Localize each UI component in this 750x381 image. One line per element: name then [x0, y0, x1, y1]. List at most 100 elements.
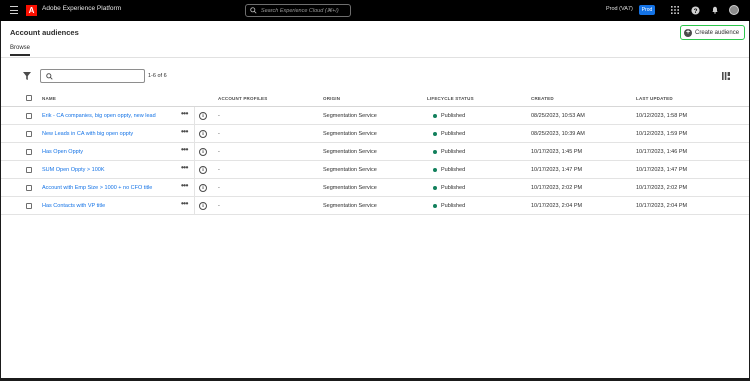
created-cell: 10/17/2023, 1:45 PM — [531, 149, 583, 155]
last-updated-cell: 10/12/2023, 1:58 PM — [636, 113, 688, 119]
last-updated-cell: 10/17/2023, 2:04 PM — [636, 203, 688, 209]
status-dot-icon — [433, 168, 437, 172]
account-profiles-cell: - — [218, 203, 220, 209]
page-title: Account audiences — [10, 28, 79, 37]
bell-icon[interactable] — [710, 5, 720, 15]
created-cell: 08/25/2023, 10:39 AM — [531, 131, 585, 137]
column-header-name[interactable]: NAME — [42, 96, 56, 101]
more-actions-icon[interactable]: ••• — [181, 164, 188, 172]
more-actions-icon[interactable]: ••• — [181, 128, 188, 136]
status-cell: Published — [441, 203, 466, 209]
info-icon[interactable]: i — [199, 184, 207, 192]
status-cell: Published — [441, 113, 466, 119]
global-search-input[interactable] — [260, 7, 350, 14]
status-dot-icon — [433, 150, 437, 154]
status-dot-icon — [433, 114, 437, 118]
sandbox-badge[interactable]: Prod — [639, 5, 655, 15]
table-search-input[interactable] — [56, 73, 136, 79]
result-count: 1-6 of 6 — [148, 73, 167, 79]
status-cell: Published — [441, 131, 466, 137]
info-icon[interactable]: i — [199, 112, 207, 120]
global-header: A Adobe Experience Platform Prod (VA7) P… — [0, 0, 750, 21]
create-audience-label: Create audience — [695, 29, 740, 36]
create-audience-button[interactable]: + Create audience — [680, 25, 745, 40]
last-updated-cell: 10/17/2023, 1:46 PM — [636, 149, 688, 155]
app-title[interactable]: Adobe Experience Platform — [42, 5, 121, 12]
column-header-last-updated[interactable]: LAST UPDATED — [636, 96, 673, 101]
origin-cell: Segmentation Service — [323, 167, 377, 173]
status-cell: Published — [441, 167, 466, 173]
origin-cell: Segmentation Service — [323, 113, 377, 119]
table-row[interactable]: New Leads in CA with big open oppty ••• i -… — [1, 125, 749, 143]
menu-icon[interactable] — [10, 6, 18, 14]
audience-name-link[interactable]: New Leads in CA with big open oppty — [42, 131, 133, 137]
search-icon — [250, 7, 257, 14]
status-cell: Published — [441, 149, 466, 155]
row-checkbox[interactable] — [26, 113, 32, 119]
last-updated-cell: 10/12/2023, 1:59 PM — [636, 131, 688, 137]
row-checkbox[interactable] — [26, 149, 32, 155]
column-divider — [194, 107, 195, 125]
more-actions-icon[interactable]: ••• — [181, 200, 188, 208]
column-header-origin[interactable]: ORIGIN — [323, 96, 340, 101]
tab-bar: Browse — [1, 43, 749, 58]
audience-name-link[interactable]: SUM Open Oppty > 100K — [42, 167, 105, 173]
org-switcher[interactable]: Prod (VA7) — [606, 6, 633, 12]
row-checkbox[interactable] — [26, 167, 32, 173]
svg-text:?: ? — [693, 7, 697, 14]
table-row[interactable]: Has Contacts with VP title ••• i - Segmentat… — [1, 197, 749, 215]
help-icon[interactable]: ? — [690, 5, 700, 15]
origin-cell: Segmentation Service — [323, 131, 377, 137]
column-settings-icon[interactable] — [722, 72, 730, 80]
column-header-created[interactable]: CREATED — [531, 96, 554, 101]
column-divider — [194, 125, 195, 143]
tab-browse[interactable]: Browse — [10, 45, 31, 56]
created-cell: 08/25/2023, 10:53 AM — [531, 113, 585, 119]
last-updated-cell: 10/17/2023, 1:47 PM — [636, 167, 688, 173]
origin-cell: Segmentation Service — [323, 185, 377, 191]
audience-name-link[interactable]: Erik - CA companies, big open oppty, new… — [42, 113, 156, 119]
audience-name-link[interactable]: Has Open Oppty — [42, 149, 83, 155]
audience-name-link[interactable]: Account with Emp Size > 1000 + no CFO ti… — [42, 185, 152, 191]
audience-name-link[interactable]: Has Contacts with VP title — [42, 203, 105, 209]
add-icon: + — [684, 28, 692, 37]
created-cell: 10/17/2023, 1:47 PM — [531, 167, 583, 173]
more-actions-icon[interactable]: ••• — [181, 182, 188, 190]
info-icon[interactable]: i — [199, 130, 207, 138]
table-row[interactable]: Erik - CA companies, big open oppty, new… — [1, 107, 749, 125]
column-header-lifecycle-status[interactable]: LIFECYCLE STATUS — [427, 96, 474, 101]
row-checkbox[interactable] — [26, 185, 32, 191]
table-row[interactable]: SUM Open Oppty > 100K ••• i - Segmentation S… — [1, 161, 749, 179]
more-actions-icon[interactable]: ••• — [181, 110, 188, 118]
table-header: NAME ACCOUNT PROFILES ORIGIN LIFECYCLE S… — [1, 90, 749, 107]
table-search[interactable] — [40, 69, 145, 83]
table-row[interactable]: Account with Emp Size > 1000 + no CFO ti… — [1, 179, 749, 197]
account-profiles-cell: - — [218, 149, 220, 155]
row-checkbox[interactable] — [26, 203, 32, 209]
info-icon[interactable]: i — [199, 166, 207, 174]
avatar[interactable] — [729, 5, 739, 15]
account-profiles-cell: - — [218, 113, 220, 119]
last-updated-cell: 10/17/2023, 2:02 PM — [636, 185, 688, 191]
table-row[interactable]: Has Open Oppty ••• i - Segmentation Service P… — [1, 143, 749, 161]
created-cell: 10/17/2023, 2:02 PM — [531, 185, 583, 191]
info-icon[interactable]: i — [199, 148, 207, 156]
apps-grid-icon[interactable] — [670, 5, 680, 15]
status-dot-icon — [433, 186, 437, 190]
created-cell: 10/17/2023, 2:04 PM — [531, 203, 583, 209]
info-icon[interactable]: i — [199, 202, 207, 210]
column-divider — [194, 143, 195, 161]
column-header-account-profiles[interactable]: ACCOUNT PROFILES — [218, 96, 267, 101]
select-all-checkbox[interactable] — [26, 95, 32, 101]
account-profiles-cell: - — [218, 167, 220, 173]
adobe-logo[interactable]: A — [26, 5, 37, 16]
global-search[interactable] — [245, 4, 351, 17]
filter-icon[interactable] — [23, 72, 31, 80]
account-profiles-cell: - — [218, 131, 220, 137]
row-checkbox[interactable] — [26, 131, 32, 137]
status-cell: Published — [441, 185, 466, 191]
column-divider — [194, 197, 195, 215]
account-profiles-cell: - — [218, 185, 220, 191]
more-actions-icon[interactable]: ••• — [181, 146, 188, 154]
origin-cell: Segmentation Service — [323, 203, 377, 209]
